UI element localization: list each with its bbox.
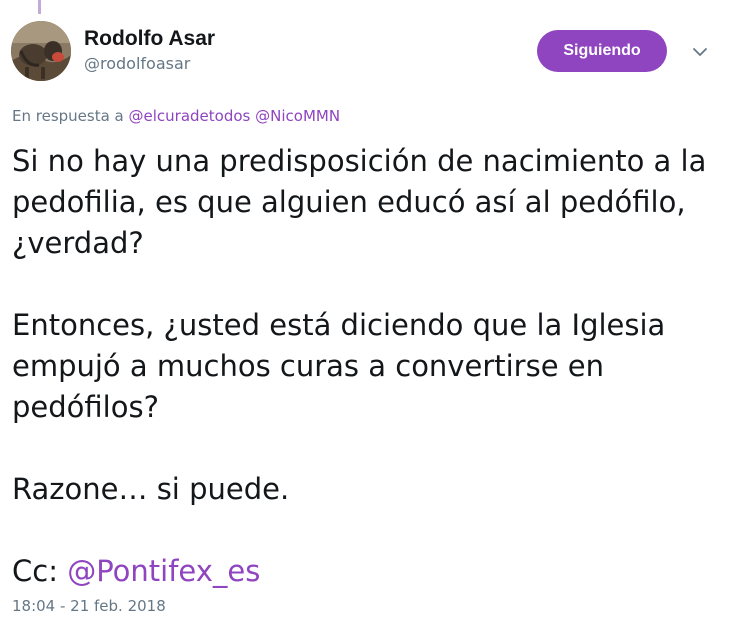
reply-prefix: En respuesta a [12,107,124,125]
following-button[interactable]: Siguiendo [537,30,667,72]
author-info: Rodolfo Asar @rodolfoasar [84,26,215,74]
tweet-paragraph: Razone… si puede. [12,472,290,506]
tweet-text: Si no hay una predisposición de nacimien… [12,141,724,592]
tweet-timestamp[interactable]: 18:04 - 21 feb. 2018 [12,596,166,616]
avatar-photo [11,21,71,81]
tweet-cc-line: Cc: @Pontifex_es [12,551,724,592]
cc-prefix: Cc: [12,554,58,588]
reply-mention-nicommn[interactable]: @NicoMMN [255,107,340,125]
author-handle[interactable]: @rodolfoasar [84,54,215,74]
reply-context: En respuesta a @elcuradetodos @NicoMMN [12,106,340,126]
tweet-paragraph: Si no hay una predisposición de nacimien… [12,144,707,260]
chevron-down-icon [693,48,707,56]
reply-mention-elcuradetodos[interactable]: @elcuradetodos [129,107,251,125]
avatar[interactable] [11,21,71,81]
tweet-options-button[interactable] [686,38,714,66]
thread-connector-line [38,0,41,14]
author-display-name[interactable]: Rodolfo Asar [84,26,215,52]
cc-mention-pontifex[interactable]: @Pontifex_es [67,554,260,588]
tweet-paragraph: Entonces, ¿usted está diciendo que la Ig… [12,308,666,424]
